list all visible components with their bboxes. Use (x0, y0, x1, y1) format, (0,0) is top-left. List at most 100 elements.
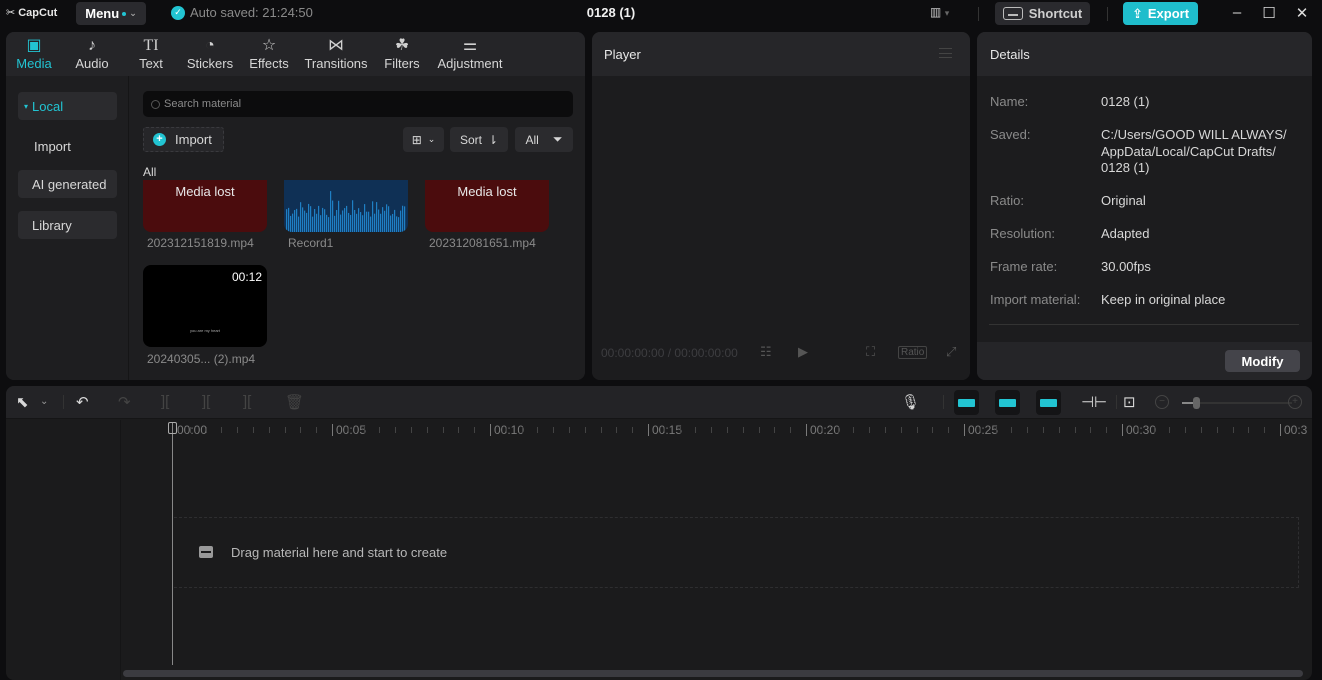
tab-label: Effects (249, 56, 289, 71)
layout-icon: ▥ (930, 5, 942, 19)
waveform-bar (314, 209, 316, 232)
ruler-tick (569, 427, 570, 433)
waveform-bar (308, 203, 310, 232)
waveform-bar (392, 213, 394, 232)
chevron-down-icon: ⌄ (427, 134, 436, 144)
redo-icon[interactable]: ↷ (118, 393, 131, 411)
media-item-thumbnail[interactable]: Media lost (143, 180, 267, 232)
filter-button[interactable]: All ⏷ (515, 127, 573, 152)
split-icon[interactable]: ][ (161, 393, 169, 410)
shortcut-button[interactable]: Shortcut (995, 2, 1090, 25)
microphone-icon[interactable]: 🎙 (901, 393, 920, 411)
filter-label: All (525, 132, 539, 147)
waveform-bar (380, 213, 382, 232)
fullscreen-icon[interactable]: ⤢ (946, 344, 956, 360)
playhead[interactable] (172, 422, 173, 665)
waveform-bar (298, 216, 300, 232)
auto-snapping-toggle[interactable] (995, 390, 1020, 415)
tab-effects[interactable]: ☆ Effects (240, 32, 298, 76)
tab-adjustment[interactable]: ⚌ Adjustment (430, 32, 510, 76)
zoom-slider[interactable] (1182, 397, 1292, 409)
close-button[interactable]: ✕ (1292, 4, 1312, 22)
chevron-down-icon[interactable]: ⌄ (40, 396, 48, 407)
zoom-fit-icon[interactable]: ⛶ (866, 344, 875, 360)
waveform-bar (404, 206, 406, 232)
ruler-tick (221, 427, 223, 433)
undo-icon[interactable]: ↶ (76, 393, 89, 411)
waveform-bar (344, 208, 346, 232)
menu-icon[interactable] (939, 48, 952, 58)
tab-media[interactable]: ▣ Media (6, 32, 62, 76)
linkage-toggle[interactable] (1036, 390, 1061, 415)
grid-icon[interactable]: ☷ (760, 344, 772, 360)
zoom-to-fit-icon[interactable]: ⊡ (1123, 393, 1136, 411)
tab-stickers[interactable]: ◔ Stickers (180, 32, 240, 76)
waveform-bar (318, 205, 320, 232)
drop-zone-text: Drag material here and start to create (231, 545, 448, 560)
ruler-tick (395, 427, 397, 433)
preview-axis-icon[interactable]: ⊣⊢ (1081, 393, 1107, 411)
modify-button[interactable]: Modify (1225, 350, 1300, 372)
ruler-label: 00:10 (490, 424, 524, 436)
horizontal-scrollbar[interactable] (123, 670, 1303, 677)
ruler-tick (521, 427, 523, 433)
search-input[interactable]: Search material (143, 91, 573, 117)
sidenav-local[interactable]: ▾ Local (18, 92, 117, 120)
detail-key: Frame rate: (990, 259, 1058, 274)
layout-button[interactable]: ▥ ▾ (930, 5, 949, 19)
waveform-bar (292, 213, 294, 232)
sidenav-library[interactable]: Library (18, 211, 117, 239)
playhead-handle[interactable] (168, 422, 177, 434)
filters-icon: ☘ (394, 37, 410, 54)
divider (978, 7, 979, 21)
player-panel: Player 00:00:00:00 / 00:00:00:00 ☷ ▶ ⛶ R… (592, 32, 970, 380)
play-button[interactable]: ▶ (798, 344, 808, 360)
import-button[interactable]: + Import (143, 127, 224, 152)
film-icon (199, 546, 213, 558)
zoom-in-icon[interactable]: + (1288, 395, 1302, 409)
tab-audio[interactable]: ♪ Audio (62, 32, 122, 76)
player-header: Player (592, 32, 970, 76)
ruler-tick (600, 427, 602, 433)
media-item-thumbnail[interactable]: 00:12 you are my heart (143, 265, 267, 347)
maximize-button[interactable]: ☐ (1259, 4, 1279, 22)
delete-icon[interactable]: 🗑 (285, 393, 304, 411)
detail-key: Name: (990, 94, 1029, 109)
trim-right-icon[interactable]: ][ (243, 393, 251, 410)
select-cursor-icon[interactable]: ⬉ (16, 393, 29, 411)
ruler-tick (932, 427, 934, 433)
timeline-ruler[interactable]: 00:00 00:05 00:10 00:15 00:20 00:25 00:30 00:3 (122, 420, 1312, 440)
details-title: Details (990, 46, 1030, 62)
ruler-tick (742, 427, 744, 433)
ruler-tick (284, 427, 286, 433)
export-button[interactable]: ⇪ Export (1123, 2, 1198, 25)
video-caption: you are my heart (189, 328, 220, 333)
sidenav-ai-generated[interactable]: AI generated (18, 170, 117, 198)
sidenav-import[interactable]: Import (18, 132, 117, 160)
media-item-thumbnail[interactable]: Media lost (425, 180, 549, 232)
ruler-tick (695, 427, 697, 433)
media-item-thumbnail[interactable] (284, 180, 408, 232)
ruler-tick (458, 427, 460, 433)
ruler-tick (1169, 427, 1171, 433)
zoom-out-icon[interactable]: − (1155, 395, 1169, 409)
ruler-tick (253, 427, 254, 433)
ruler-label: 00:25 (964, 424, 998, 436)
ruler-tick (1011, 427, 1013, 433)
tab-filters[interactable]: ☘ Filters (374, 32, 430, 76)
media-content: Search material + Import ⊞ ⌄ Sort ⇂ All … (130, 76, 585, 380)
main-track-magnet-toggle[interactable] (954, 390, 979, 415)
details-footer: Modify (977, 342, 1312, 380)
view-mode-button[interactable]: ⊞ ⌄ (403, 127, 444, 152)
ruler-tick (189, 427, 191, 433)
waveform-bar (402, 205, 404, 232)
trim-left-icon[interactable]: ][ (202, 393, 210, 410)
ruler-tick (1216, 427, 1218, 433)
minimize-button[interactable]: – (1227, 4, 1247, 21)
tab-transitions[interactable]: ⋈ Transitions (298, 32, 374, 76)
tab-text[interactable]: TI Text (122, 32, 180, 76)
sort-button[interactable]: Sort ⇂ (450, 127, 508, 152)
ratio-button[interactable]: Ratio (898, 346, 928, 359)
waveform-bar (372, 201, 374, 232)
zoom-slider-handle[interactable] (1193, 397, 1200, 409)
